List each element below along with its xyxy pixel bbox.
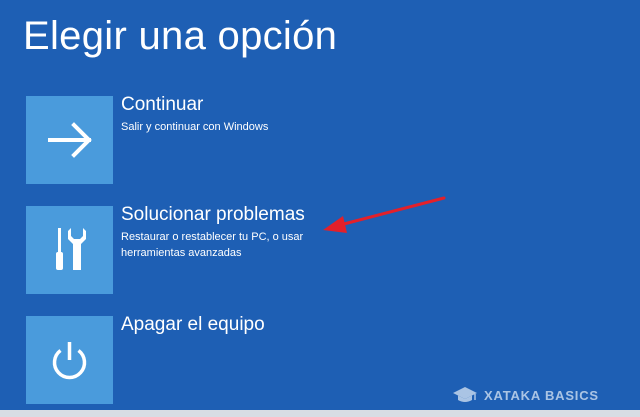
page-title: Elegir una opción — [23, 14, 338, 58]
arrow-right-icon — [48, 122, 92, 158]
continue-option[interactable]: Continuar Salir y continuar con Windows — [26, 94, 526, 184]
bottom-strip — [0, 410, 640, 417]
power-icon — [52, 342, 87, 380]
watermark: XATAKA BASICS — [452, 385, 599, 405]
troubleshoot-option[interactable]: Solucionar problemas Restaurar o restabl… — [26, 204, 526, 294]
shutdown-title: Apagar el equipo — [121, 314, 265, 335]
troubleshoot-description: Restaurar o restablecer tu PC, o usar he… — [121, 231, 304, 259]
continue-description: Salir y continuar con Windows — [121, 121, 269, 133]
tools-icon — [56, 228, 86, 270]
red-arrow-icon — [323, 196, 446, 233]
continue-tile[interactable] — [26, 96, 113, 184]
continue-title: Continuar — [121, 94, 204, 115]
shutdown-option[interactable]: Apagar el equipo — [26, 314, 526, 404]
graduation-cap-icon — [453, 387, 477, 402]
watermark-text: XATAKA BASICS — [484, 387, 599, 403]
shutdown-tile[interactable] — [26, 316, 113, 404]
troubleshoot-tile[interactable] — [26, 206, 113, 294]
troubleshoot-title: Solucionar problemas — [121, 204, 305, 225]
